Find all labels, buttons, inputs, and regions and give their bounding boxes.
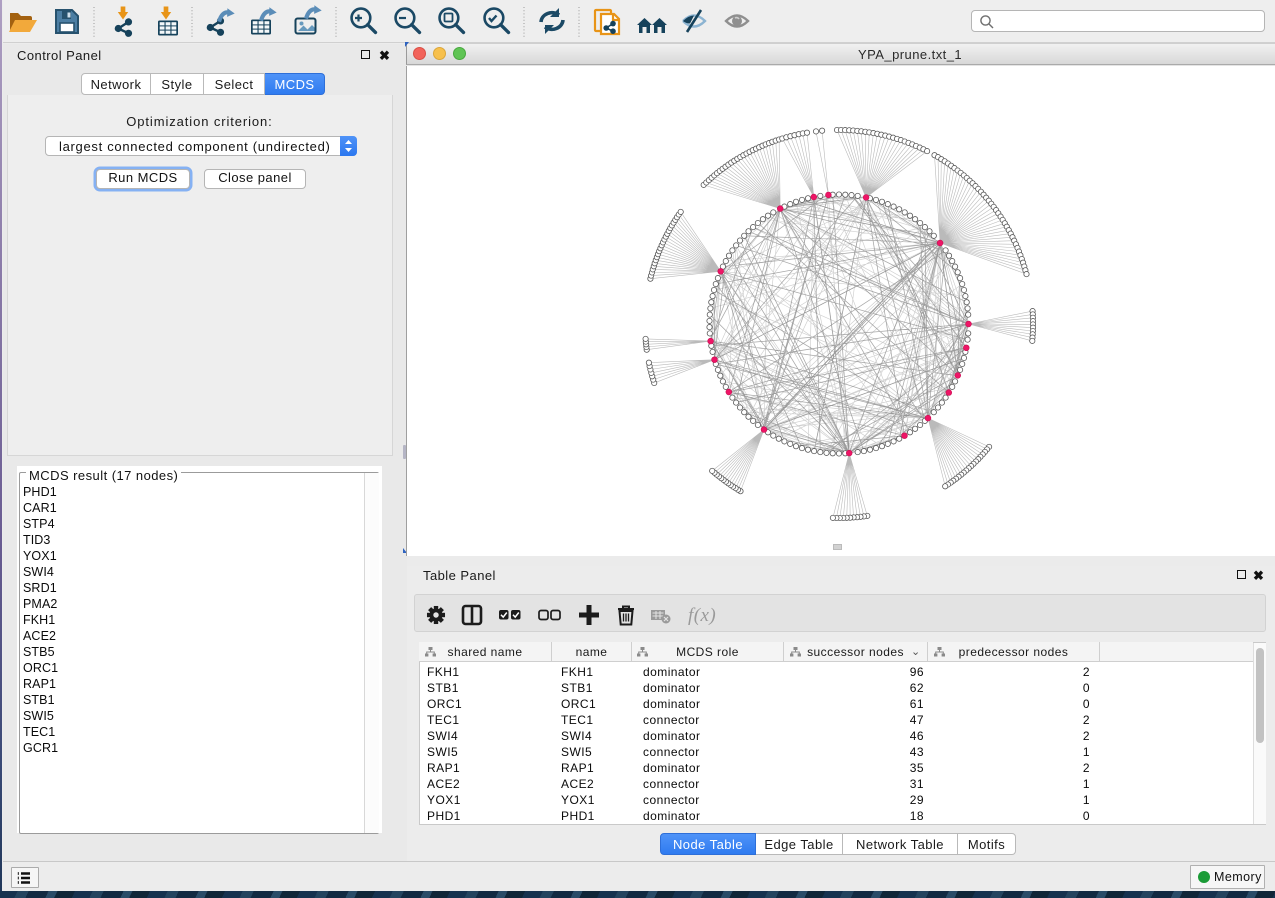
svg-text:f(x): f(x) [688,605,716,626]
